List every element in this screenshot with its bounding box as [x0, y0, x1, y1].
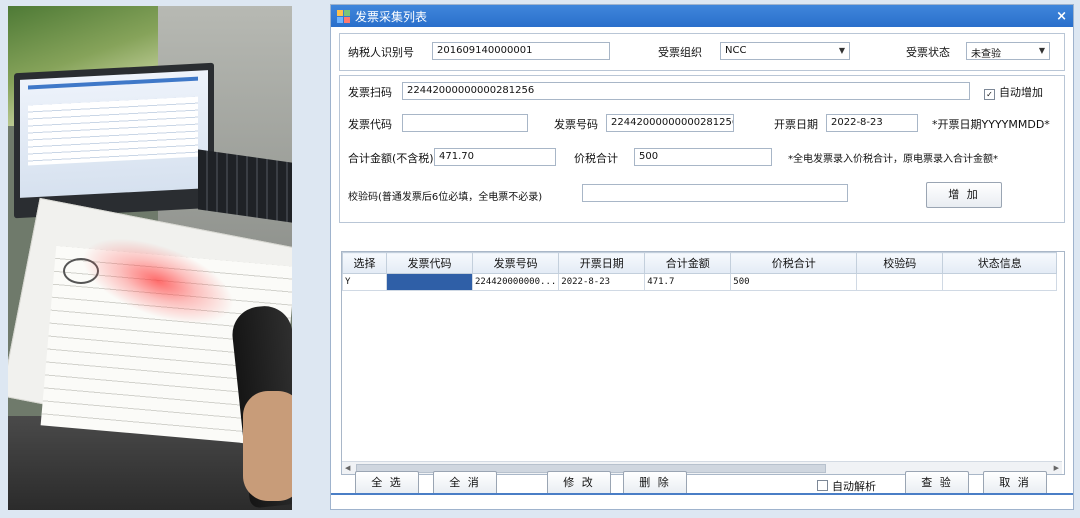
- title-bar: 发票采集列表 ×: [331, 5, 1073, 27]
- code-label: 发票代码: [348, 118, 392, 131]
- laptop: [14, 62, 214, 219]
- auto-add-label: 自动增加: [999, 86, 1043, 99]
- checkbox-checked-icon: ✓: [984, 89, 995, 100]
- date-hint: *开票日期YYYYMMDD*: [932, 118, 1050, 131]
- window-content: 纳税人识别号 201609140000001 受票组织 NCC ▼ 受票状态 未…: [331, 27, 1073, 509]
- invoice-table: 选择 发票代码 发票号码 开票日期 合计金额 价税合计 校验码 状态信息 Y 2…: [342, 252, 1058, 291]
- scanner-photo: [8, 6, 292, 510]
- amount-input[interactable]: 471.70: [434, 148, 556, 166]
- total-hint: *全电发票录入价税合计，原电票录入合计金额*: [788, 154, 998, 165]
- invoice-code-cell[interactable]: [386, 273, 473, 291]
- auto-add-checkbox[interactable]: ✓ 自动增加: [984, 84, 1043, 100]
- window-bottom-border: [331, 493, 1073, 495]
- hand: [243, 391, 292, 501]
- column-header[interactable]: 选择: [342, 252, 387, 274]
- date-label: 开票日期: [774, 118, 818, 131]
- check-code-label: 校验码(普通发票后6位必填，全电票不必录): [348, 192, 543, 203]
- modify-button[interactable]: 修 改: [547, 471, 611, 495]
- number-label: 发票号码: [554, 118, 598, 131]
- amount-label: 合计金额(不含税): [348, 152, 434, 165]
- invoice-collection-window: 发票采集列表 × 纳税人识别号 201609140000001 受票组织 NCC…: [330, 4, 1074, 510]
- check-code-input[interactable]: [582, 184, 848, 202]
- total-cell[interactable]: 500: [730, 273, 858, 291]
- verify-button[interactable]: 查 验: [905, 471, 969, 495]
- select-all-button[interactable]: 全 选: [355, 471, 419, 495]
- chevron-down-icon: ▼: [838, 46, 845, 55]
- add-button[interactable]: 增 加: [926, 182, 1002, 208]
- filter-group: 纳税人识别号 201609140000001 受票组织 NCC ▼ 受票状态 未…: [339, 33, 1065, 71]
- column-header[interactable]: 发票号码: [471, 252, 560, 274]
- total-input[interactable]: 500: [634, 148, 772, 166]
- invoice-entry-group: 发票扫码 22442000000000281256 ✓ 自动增加 发票代码 发票号…: [339, 75, 1065, 223]
- org-select-value: NCC: [725, 45, 747, 56]
- amount-cell[interactable]: 471.7: [644, 273, 732, 291]
- app-grid-icon: [337, 9, 350, 23]
- status-select-value: 未查验: [971, 49, 1001, 60]
- scan-label: 发票扫码: [348, 86, 392, 99]
- org-label: 受票组织: [658, 46, 702, 59]
- column-header[interactable]: 开票日期: [558, 252, 646, 274]
- org-select[interactable]: NCC ▼: [720, 42, 850, 60]
- invoice-number-cell[interactable]: 224420000000...: [471, 273, 560, 291]
- cancel-button[interactable]: 取 消: [983, 471, 1047, 495]
- auto-parse-label: 自动解析: [832, 480, 876, 493]
- status-select[interactable]: 未查验 ▼: [966, 42, 1050, 60]
- invoice-date-cell[interactable]: 2022-8-23: [558, 273, 646, 291]
- chevron-down-icon: ▼: [1038, 46, 1045, 55]
- window-title: 发票采集列表: [355, 9, 428, 24]
- column-header[interactable]: 发票代码: [386, 252, 473, 274]
- checkbox-unchecked-icon: [817, 480, 828, 491]
- invoice-date-input[interactable]: 2022-8-23: [826, 114, 918, 132]
- scan-input[interactable]: 22442000000000281256: [402, 82, 970, 100]
- scroll-right-icon[interactable]: ▶: [1054, 462, 1059, 474]
- invoice-grid: 选择 发票代码 发票号码 开票日期 合计金额 价税合计 校验码 状态信息 Y 2…: [341, 251, 1065, 475]
- column-header[interactable]: 校验码: [856, 252, 944, 274]
- table-header-row: 选择 发票代码 发票号码 开票日期 合计金额 价税合计 校验码 状态信息: [342, 252, 1058, 274]
- status-label: 受票状态: [906, 46, 950, 59]
- table-row[interactable]: Y 224420000000... 2022-8-23 471.7 500: [342, 273, 1058, 291]
- invoice-number-input[interactable]: 22442000000000281256: [606, 114, 734, 132]
- auto-parse-checkbox[interactable]: 自动解析: [817, 478, 876, 494]
- taxpayer-id-field[interactable]: 201609140000001: [432, 42, 610, 60]
- taxpayer-id-label: 纳税人识别号: [348, 46, 414, 59]
- column-header[interactable]: 状态信息: [942, 252, 1058, 274]
- check-code-cell[interactable]: [856, 273, 944, 291]
- column-header[interactable]: 价税合计: [730, 252, 858, 274]
- column-header[interactable]: 合计金额: [644, 252, 732, 274]
- delete-button[interactable]: 删 除: [623, 471, 687, 495]
- close-icon[interactable]: ×: [1056, 9, 1067, 24]
- total-label: 价税合计: [574, 152, 618, 165]
- scroll-left-icon[interactable]: ◀: [345, 462, 350, 474]
- select-cell[interactable]: Y: [342, 273, 387, 291]
- invoice-code-input[interactable]: [402, 114, 528, 132]
- status-info-cell[interactable]: [942, 273, 1058, 291]
- clear-all-button[interactable]: 全 消: [433, 471, 497, 495]
- laptop-screen: [20, 70, 208, 198]
